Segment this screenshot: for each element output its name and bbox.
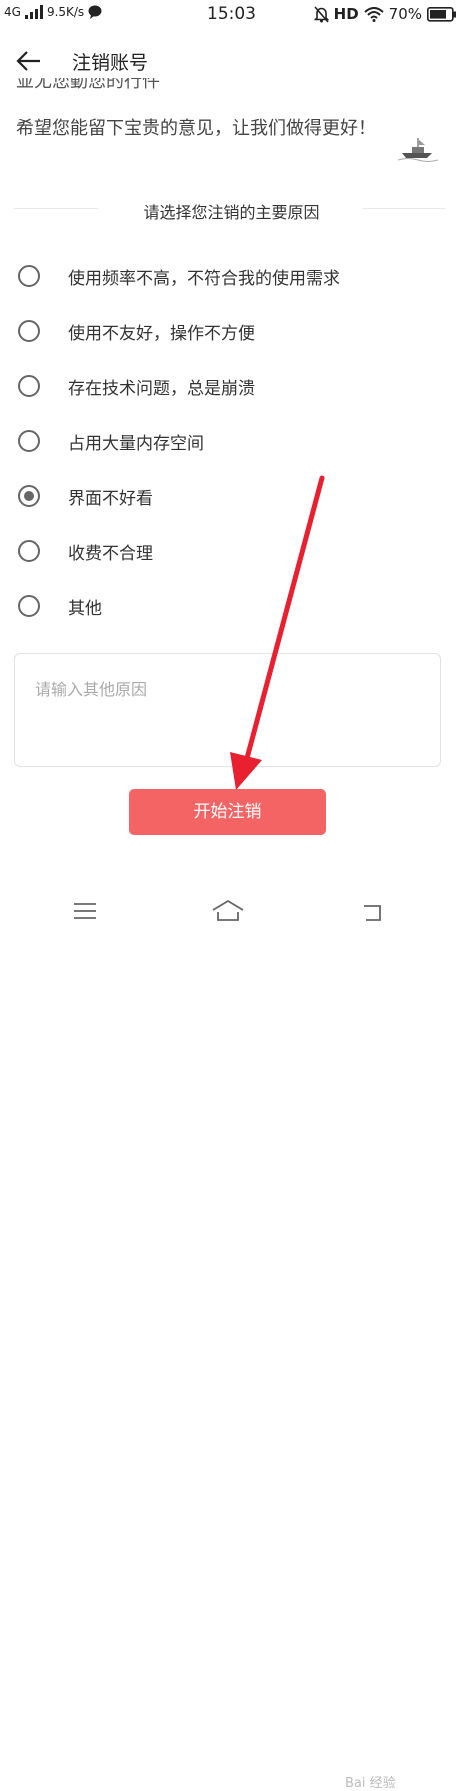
intro-line-2: 希望您能留下宝贵的意见，让我们做得更好！	[16, 118, 376, 139]
status-bar: 4G 9.5K/s 15:03 HD 70%	[0, 0, 463, 28]
arrow-left-icon	[16, 51, 40, 71]
home-icon[interactable]	[211, 898, 245, 924]
intro-line-1: 並尤您動您的行件	[16, 78, 446, 92]
battery-percent: 70%	[388, 5, 422, 23]
reason-label: 存在技术问题，总是崩溃	[68, 378, 255, 399]
mute-bell-icon	[313, 5, 329, 23]
status-right: HD 70%	[313, 5, 457, 23]
system-nav-bar: Bai 经验	[0, 890, 463, 1791]
radio-button[interactable]	[18, 375, 40, 397]
start-deactivation-button[interactable]: 开始注销	[129, 789, 326, 835]
other-reason-input[interactable]	[14, 653, 441, 767]
watermark: Bai 经验	[345, 1776, 396, 1791]
intro-line-1-text: 並尤您動您的行件	[16, 78, 160, 92]
hd-label: HD	[333, 5, 359, 23]
reason-option-6[interactable]: 收费不合理	[18, 531, 448, 571]
reason-label: 使用不友好，操作不方便	[68, 323, 255, 344]
back-icon[interactable]	[360, 898, 386, 924]
reason-label: 占用大量内存空间	[68, 433, 204, 454]
reason-label: 界面不好看	[68, 488, 153, 509]
reason-label: 其他	[68, 598, 102, 619]
radio-button[interactable]	[18, 485, 40, 507]
reason-label: 使用频率不高，不符合我的使用需求	[68, 268, 340, 289]
reason-option-1[interactable]: 使用频率不高，不符合我的使用需求	[18, 256, 448, 296]
section-title: 请选择您注销的主要原因	[143, 203, 320, 222]
radio-button[interactable]	[18, 430, 40, 452]
reason-option-5[interactable]: 界面不好看	[18, 476, 448, 516]
radio-button[interactable]	[18, 320, 40, 342]
reason-option-3[interactable]: 存在技术问题，总是崩溃	[18, 366, 448, 406]
page-title: 注销账号	[72, 52, 149, 74]
top-nav: 注销账号	[0, 40, 463, 82]
radio-button[interactable]	[18, 265, 40, 287]
menu-icon[interactable]	[72, 898, 98, 924]
reason-option-2[interactable]: 使用不友好，操作不方便	[18, 311, 448, 351]
radio-button[interactable]	[18, 540, 40, 562]
reason-option-7[interactable]: 其他	[18, 586, 448, 626]
boat-illustration-icon	[398, 138, 438, 162]
back-button[interactable]	[14, 46, 44, 76]
reason-option-4[interactable]: 占用大量内存空间	[18, 421, 448, 461]
battery-icon	[427, 6, 456, 22]
reason-label: 收费不合理	[68, 543, 153, 564]
wifi-icon	[363, 6, 384, 22]
radio-button[interactable]	[18, 595, 40, 617]
